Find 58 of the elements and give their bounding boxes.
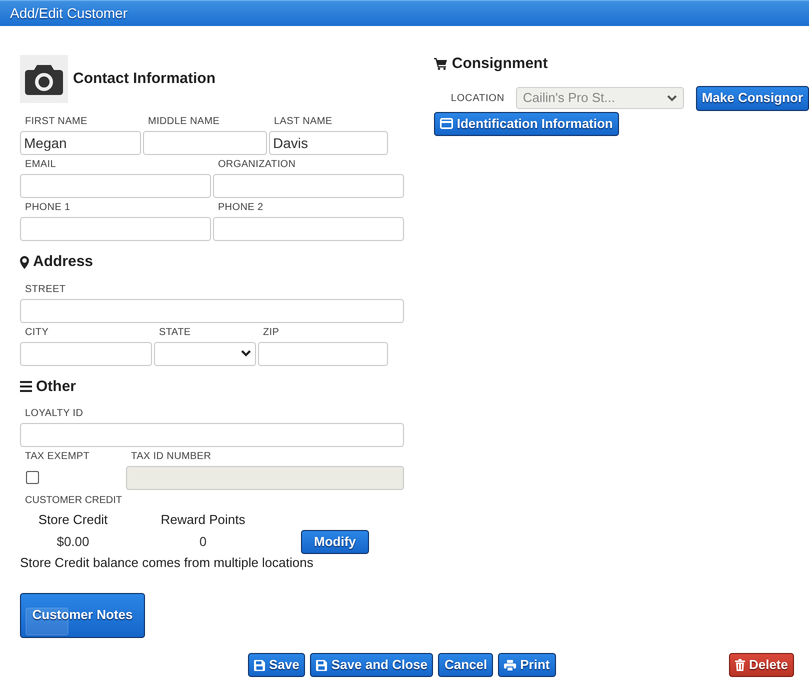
menu-icon [20,381,32,392]
photo-placeholder[interactable] [20,55,68,103]
field-label: LOCATION [450,92,506,106]
checkbox[interactable] [26,471,39,484]
field-label: LAST NAME [273,115,334,129]
field-label: STREET [24,282,67,296]
credit-value: 0 [198,533,208,551]
text-field[interactable] [20,423,404,447]
card-icon [440,118,453,129]
field-label: CITY [24,326,50,340]
cancel-button[interactable]: Cancel [438,653,494,677]
printer-icon [504,660,516,670]
save-button[interactable]: Save and Close [310,653,434,677]
window-title: Add/Edit Customer [10,4,128,23]
customer-notes-button[interactable]: Customer Notes [20,592,145,638]
section-heading: Other [36,376,76,396]
text-field[interactable] [143,131,267,155]
field-label: TAX ID NUMBER [130,450,212,464]
column-heading: Store Credit [37,511,109,529]
text-field[interactable] [20,217,211,241]
field-label: CUSTOMER CREDIT [24,494,124,508]
field-label: PHONE 1 [24,201,72,215]
map-pin-icon [20,256,29,269]
modify-button[interactable]: Modify [301,530,369,554]
trash-icon [734,659,745,671]
field-label: STATE [158,326,192,340]
save-button[interactable]: Save [248,653,306,677]
field-label: EMAIL [24,158,58,172]
column-heading: Reward Points [160,511,246,529]
section-heading: Address [33,252,94,272]
field-label: PHONE 2 [216,201,264,215]
chevron-down-icon [241,350,251,357]
make-consignor-button[interactable]: Make Consignor [696,86,809,110]
text-field[interactable] [212,174,404,198]
field-label: ZIP [262,326,280,340]
text-field[interactable] [212,217,404,241]
text-field[interactable] [20,298,404,322]
text-field[interactable]: Davis [269,131,388,155]
credit-value: $0.00 [56,533,90,551]
cart-icon [434,58,447,70]
select-field[interactable] [154,342,256,366]
credit-note: Store Credit balance comes from multiple locations [20,554,314,572]
chevron-down-icon [666,94,677,102]
field-label: MIDDLE NAME [147,115,221,129]
text-field[interactable] [20,174,211,198]
identification-button[interactable]: Identification Information [434,112,619,136]
field-label: ORGANIZATION [216,158,297,172]
field-label: TAX EXEMPT [24,450,91,464]
text-field[interactable]: Megan [20,131,141,155]
print-button[interactable]: Print [498,653,556,677]
field-label: FIRST NAME [24,115,88,129]
section-heading: Consignment [452,54,548,74]
text-field[interactable] [20,342,152,366]
section-heading: Contact Information [73,68,216,89]
camera-icon [25,63,63,95]
text-field[interactable] [258,342,388,366]
delete-button[interactable]: Delete [728,653,794,677]
field-label: LOYALTY ID [24,407,84,421]
